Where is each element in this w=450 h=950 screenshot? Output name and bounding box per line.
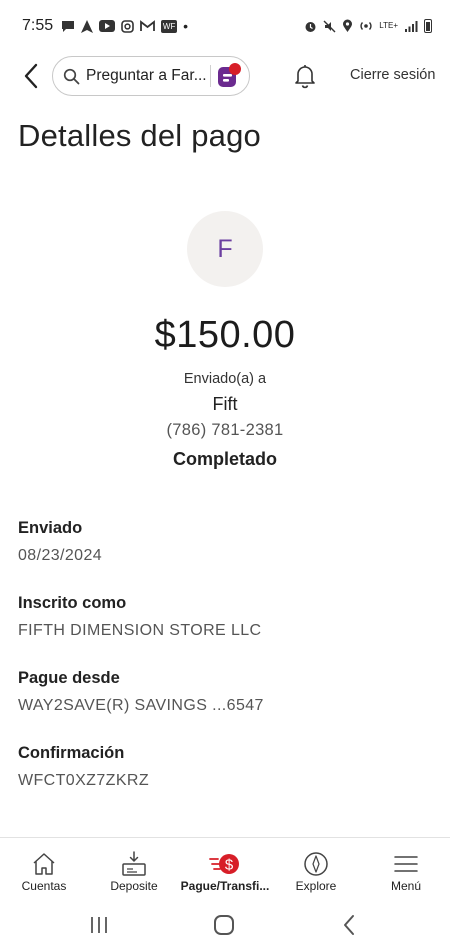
detail-value-confirmation: WFCT0XZ7ZKRZ bbox=[18, 772, 150, 789]
detail-label-confirmation: Confirmación bbox=[18, 744, 125, 762]
detail-value-enrolled-name: FIFTH DIMENSION STORE LLC bbox=[18, 622, 262, 639]
signal-icon bbox=[405, 20, 418, 32]
youtube-icon bbox=[99, 20, 116, 32]
nav-label-deposit: Deposite bbox=[110, 879, 158, 893]
navigation-icon bbox=[81, 19, 94, 33]
recent-apps-icon[interactable] bbox=[86, 913, 112, 937]
recipient-avatar: F bbox=[187, 211, 263, 287]
detail-label-enrolled-as: Inscrito como bbox=[18, 594, 127, 612]
dot-icon: • bbox=[183, 18, 189, 34]
notification-icons: WF • bbox=[61, 18, 188, 34]
mute-icon bbox=[323, 20, 336, 32]
notifications-button[interactable] bbox=[291, 62, 319, 90]
fargo-assistant-icon[interactable] bbox=[214, 61, 244, 91]
search-icon bbox=[63, 68, 80, 84]
location-icon bbox=[343, 19, 353, 32]
signout-link[interactable]: Cierre sesión bbox=[350, 67, 435, 83]
nav-item-deposit[interactable]: Deposite bbox=[104, 838, 164, 900]
message-icon bbox=[62, 20, 75, 32]
nav-label-pay-transfer: Pague/Transfi... bbox=[180, 879, 270, 893]
nav-item-accounts[interactable]: Cuentas bbox=[14, 838, 74, 900]
nav-label-menu: Menú bbox=[390, 879, 422, 893]
payment-status: Completado bbox=[172, 449, 277, 469]
bell-icon bbox=[295, 65, 315, 89]
nav-item-menu[interactable]: Menú bbox=[376, 838, 436, 900]
home-icon bbox=[33, 853, 55, 875]
home-button-icon[interactable] bbox=[211, 913, 237, 937]
recipient-name: Fift bbox=[212, 394, 238, 414]
detail-label-sent: Enviado bbox=[18, 519, 83, 537]
chevron-left-icon bbox=[24, 63, 38, 89]
deposit-icon bbox=[122, 851, 146, 876]
status-time: 7:55 bbox=[22, 17, 54, 34]
bottom-nav: Cuentas Deposite $ Pague/Transfi... Expl… bbox=[0, 837, 450, 899]
menu-icon bbox=[394, 856, 418, 872]
nav-label-explore: Explore bbox=[295, 879, 337, 893]
detail-label-pay-from: Pague desde bbox=[18, 669, 120, 687]
search-input[interactable]: Preguntar a Far... bbox=[52, 56, 250, 96]
nav-item-explore[interactable]: Explore bbox=[286, 838, 346, 900]
hotspot-icon bbox=[360, 22, 372, 30]
lte-indicator: LTE+ bbox=[379, 21, 398, 30]
system-nav-bar bbox=[0, 900, 450, 950]
back-button[interactable] bbox=[16, 60, 46, 92]
detail-value-account: WAY2SAVE(R) SAVINGS ...6547 bbox=[18, 697, 264, 714]
recipient-phone: (786) 781-2381 bbox=[166, 421, 284, 439]
battery-icon bbox=[424, 19, 432, 33]
system-icons: LTE+ bbox=[304, 19, 432, 33]
compass-icon bbox=[304, 852, 328, 876]
detail-value-sent-date: 08/23/2024 bbox=[18, 547, 103, 564]
sent-to-label: Enviado(a) a bbox=[183, 371, 267, 387]
divider bbox=[210, 65, 211, 87]
instagram-icon bbox=[121, 19, 134, 33]
nav-item-pay-transfer[interactable]: $ Pague/Transfi... bbox=[180, 838, 270, 900]
nav-label-accounts: Cuentas bbox=[21, 879, 67, 893]
search-placeholder: Preguntar a Far... bbox=[86, 67, 207, 84]
wf-icon: WF bbox=[161, 19, 178, 33]
alarm-icon bbox=[305, 21, 316, 32]
pay-transfer-icon: $ bbox=[209, 854, 239, 874]
gmail-icon bbox=[140, 20, 156, 31]
svg-text:$: $ bbox=[225, 857, 234, 874]
payment-amount: $150.00 bbox=[154, 314, 296, 356]
status-bar: 7:55 WF • LTE+ bbox=[0, 0, 450, 52]
system-back-icon[interactable] bbox=[336, 913, 362, 937]
app-header: Preguntar a Far... Cierre sesión bbox=[0, 52, 450, 100]
page-title: Detalles del pago bbox=[18, 118, 261, 153]
